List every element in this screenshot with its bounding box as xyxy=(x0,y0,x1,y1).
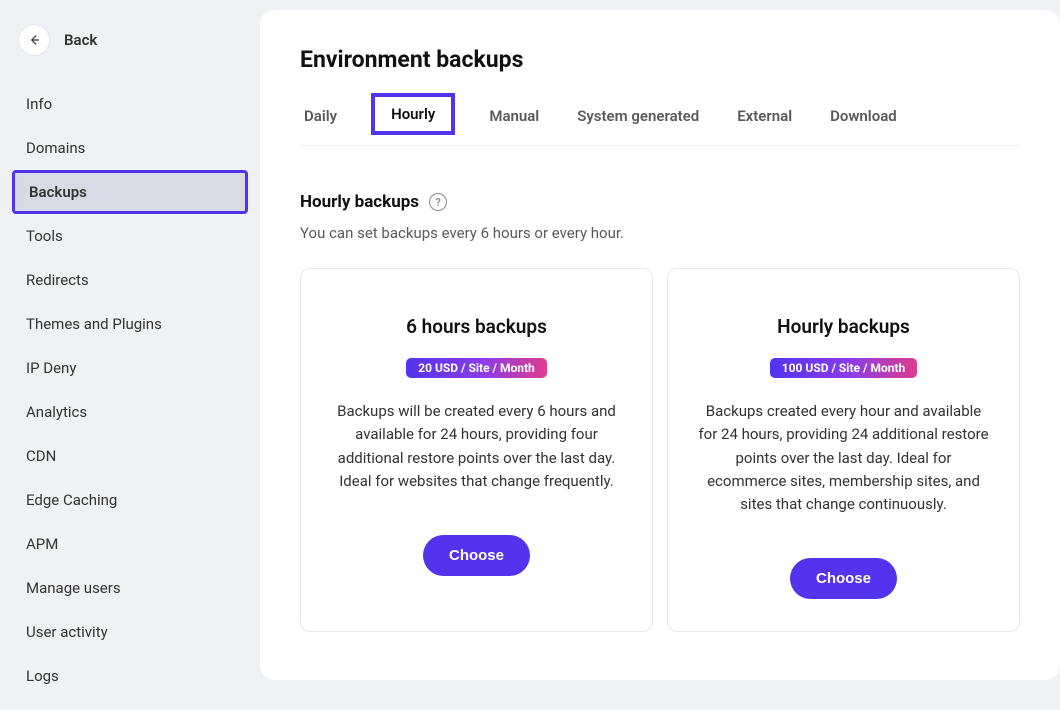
sidebar: Back Info Domains Backups Tools Redirects The… xyxy=(0,0,260,710)
sidebar-item-manage-users[interactable]: Manage users xyxy=(12,566,248,610)
sidebar-item-user-activity[interactable]: User activity xyxy=(12,610,248,654)
tab-label: Manual xyxy=(489,107,539,125)
plan-description: Backups created every hour and available… xyxy=(698,400,989,516)
plan-description: Backups will be created every 6 hours an… xyxy=(331,400,622,493)
sidebar-item-label: Manage users xyxy=(26,579,121,597)
back-label[interactable]: Back xyxy=(64,31,97,49)
tab-external[interactable]: External xyxy=(733,97,796,145)
sidebar-item-label: Edge Caching xyxy=(26,491,117,509)
arrow-left-icon xyxy=(27,33,41,47)
sidebar-item-domains[interactable]: Domains xyxy=(12,126,248,170)
sidebar-item-label: Info xyxy=(26,95,52,113)
sidebar-item-logs[interactable]: Logs xyxy=(12,654,248,698)
content: Environment backups Daily Hourly Manual Sys… xyxy=(260,10,1060,680)
sidebar-item-backups[interactable]: Backups xyxy=(12,170,248,214)
sidebar-item-label: CDN xyxy=(26,447,56,465)
plan-title: Hourly backups xyxy=(777,315,910,338)
sidebar-item-label: User activity xyxy=(26,623,108,641)
sidebar-item-label: Domains xyxy=(26,139,85,157)
sidebar-item-label: Tools xyxy=(26,227,63,245)
sidebar-item-label: Logs xyxy=(26,667,59,685)
plan-title: 6 hours backups xyxy=(406,315,547,338)
tab-download[interactable]: Download xyxy=(826,97,901,145)
sidebar-item-label: Backups xyxy=(29,183,87,201)
help-icon[interactable]: ? xyxy=(429,193,447,211)
section-title: Hourly backups xyxy=(300,192,419,212)
sidebar-item-label: IP Deny xyxy=(26,359,76,377)
tab-system-generated[interactable]: System generated xyxy=(573,97,703,145)
tab-label: External xyxy=(737,107,792,125)
sidebar-item-label: Analytics xyxy=(26,403,87,421)
sidebar-item-label: APM xyxy=(26,535,58,553)
sidebar-nav: Info Domains Backups Tools Redirects Themes a… xyxy=(12,82,248,698)
sidebar-item-ip-deny[interactable]: IP Deny xyxy=(12,346,248,390)
back-nav[interactable]: Back xyxy=(12,12,248,82)
back-button[interactable] xyxy=(18,24,50,56)
tab-label: Hourly xyxy=(391,105,435,123)
plan-card: 6 hours backups 20 USD / Site / Month Back… xyxy=(300,268,653,632)
tab-hourly[interactable]: Hourly xyxy=(371,93,455,135)
sidebar-item-apm[interactable]: APM xyxy=(12,522,248,566)
tab-label: System generated xyxy=(577,107,699,125)
price-badge: 20 USD / Site / Month xyxy=(406,358,547,378)
page-title: Environment backups xyxy=(300,46,1020,73)
sidebar-item-themes-and-plugins[interactable]: Themes and Plugins xyxy=(12,302,248,346)
tabs: Daily Hourly Manual System generated Externa… xyxy=(300,97,1020,146)
sidebar-item-edge-caching[interactable]: Edge Caching xyxy=(12,478,248,522)
tab-manual[interactable]: Manual xyxy=(485,97,543,145)
plan-cards: 6 hours backups 20 USD / Site / Month Back… xyxy=(300,268,1020,632)
content-wrap: Environment backups Daily Hourly Manual Sys… xyxy=(260,0,1060,710)
sidebar-item-label: Redirects xyxy=(26,271,89,289)
sidebar-item-info[interactable]: Info xyxy=(12,82,248,126)
choose-button[interactable]: Choose xyxy=(423,535,530,576)
sidebar-item-cdn[interactable]: CDN xyxy=(12,434,248,478)
sidebar-item-redirects[interactable]: Redirects xyxy=(12,258,248,302)
tab-label: Download xyxy=(830,107,897,125)
sidebar-item-analytics[interactable]: Analytics xyxy=(12,390,248,434)
choose-button[interactable]: Choose xyxy=(790,558,897,599)
plan-card: Hourly backups 100 USD / Site / Month Back… xyxy=(667,268,1020,632)
section-header: Hourly backups ? xyxy=(300,192,1020,212)
sidebar-item-label: Themes and Plugins xyxy=(26,315,162,333)
sidebar-item-tools[interactable]: Tools xyxy=(12,214,248,258)
price-badge: 100 USD / Site / Month xyxy=(770,358,917,378)
tab-daily[interactable]: Daily xyxy=(300,97,341,145)
tab-label: Daily xyxy=(304,107,337,125)
section-subtitle: You can set backups every 6 hours or eve… xyxy=(300,224,1020,242)
